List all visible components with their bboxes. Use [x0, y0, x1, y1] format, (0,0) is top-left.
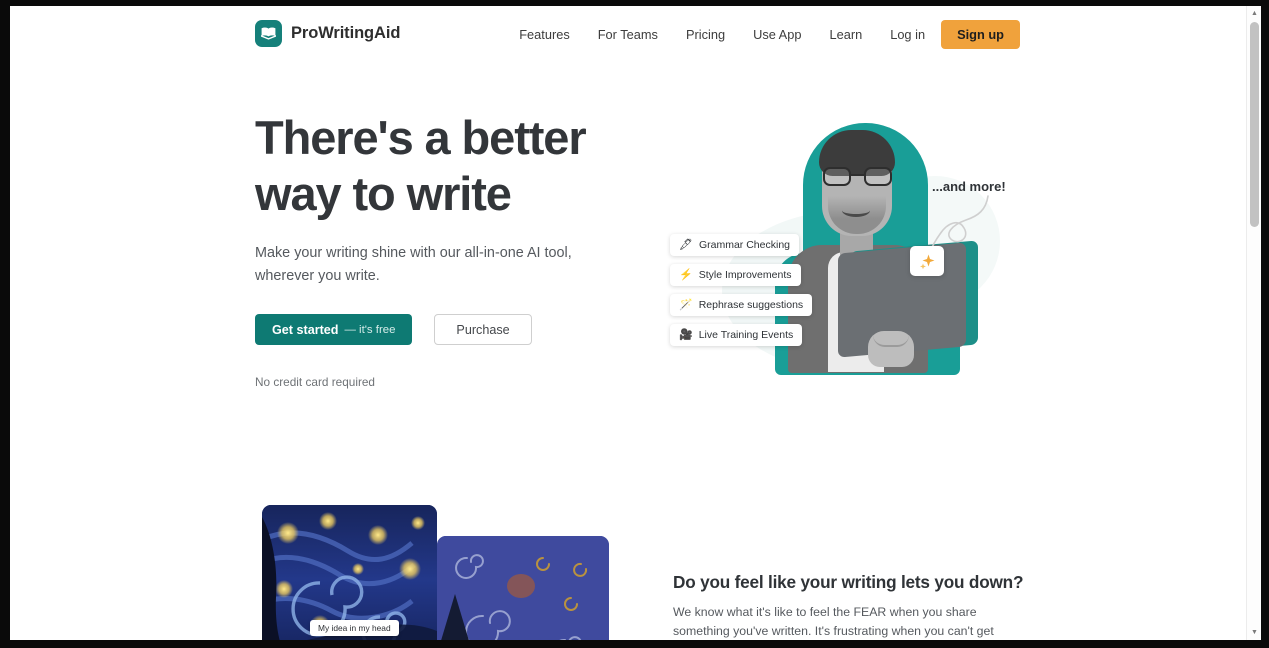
section-two-body: We know what it's like to feel the FEAR … — [673, 605, 994, 638]
site-logo[interactable]: ProWritingAid — [255, 20, 400, 47]
page-viewport: ProWritingAid Features For Teams Pricing… — [10, 6, 1261, 640]
get-started-label: Get started — [272, 322, 339, 337]
scroll-up-arrow-icon[interactable]: ▲ — [1247, 6, 1261, 21]
feature-chip-grammar-checking: 🖋 Grammar Checking — [670, 234, 799, 256]
hero-subtitle: Make your writing shine with our all-in-… — [255, 245, 572, 284]
hero-cta-group: Get started — it's free Purchase — [255, 314, 532, 345]
and-more-callout: ...and more! — [932, 179, 1006, 194]
feature-chip-live-training-events: 🎥 Live Training Events — [670, 324, 803, 346]
logo-text: ProWritingAid — [291, 24, 401, 42]
no-credit-card-note: No credit card required — [255, 375, 375, 389]
section-two-title: Do you feel like your writing lets you d… — [673, 572, 1024, 592]
sign-up-button[interactable]: Sign up — [941, 20, 1020, 49]
hero-illustration: 🖋 Grammar Checking ⚡ Style Improvements … — [670, 106, 1030, 401]
main-navigation: Features For Teams Pricing Use App Learn… — [505, 20, 1020, 49]
nav-item-learn[interactable]: Learn — [815, 21, 876, 49]
feature-chip-list: 🖋 Grammar Checking ⚡ Style Improvements … — [670, 234, 835, 354]
quill-pen-icon: 🖋 — [679, 238, 693, 251]
feature-chip-label: Live Training Events — [698, 329, 794, 341]
person-hand — [868, 331, 914, 367]
starry-night-image: My idea in my head — [262, 505, 437, 640]
feature-chip-label: Grammar Checking — [698, 239, 790, 251]
feature-chip-style-improvements: ⚡ Style Improvements — [670, 264, 801, 286]
purchase-button[interactable]: Purchase — [434, 314, 532, 345]
book-pages-icon — [255, 20, 282, 47]
image-caption: My idea in my head — [310, 620, 399, 636]
get-started-suffix: — it's free — [344, 323, 396, 336]
feature-chip-label: Style Improvements — [698, 269, 792, 281]
video-camera-icon: 🎥 — [679, 328, 693, 341]
page-content: ProWritingAid Features For Teams Pricing… — [10, 6, 1246, 640]
scroll-down-arrow-icon[interactable]: ▼ — [1247, 625, 1261, 640]
nav-item-for-teams[interactable]: For Teams — [584, 21, 672, 49]
nav-item-log-in[interactable]: Log in — [876, 21, 941, 49]
glasses-icon — [823, 167, 892, 186]
nav-item-use-app[interactable]: Use App — [739, 21, 815, 49]
magic-wand-icon: 🪄 — [679, 298, 693, 311]
doodle-panel — [437, 536, 609, 640]
nav-item-pricing[interactable]: Pricing — [672, 21, 739, 49]
scrollbar-thumb[interactable] — [1250, 22, 1259, 227]
nav-item-features[interactable]: Features — [505, 21, 584, 49]
browser-frame: ProWritingAid Features For Teams Pricing… — [0, 0, 1269, 648]
lightning-bolt-icon: ⚡ — [679, 268, 693, 281]
feature-chip-rephrase-suggestions: 🪄 Rephrase suggestions — [670, 294, 813, 316]
feature-chip-label: Rephrase suggestions — [698, 299, 804, 311]
page-scrollbar[interactable]: ▲ ▼ — [1246, 6, 1261, 640]
get-started-button[interactable]: Get started — it's free — [255, 314, 413, 345]
site-header: ProWritingAid Features For Teams Pricing… — [10, 6, 1246, 63]
hero-title: There's a better way to write — [255, 111, 587, 220]
person-smile — [842, 204, 870, 217]
sparkles-icon — [910, 246, 944, 276]
